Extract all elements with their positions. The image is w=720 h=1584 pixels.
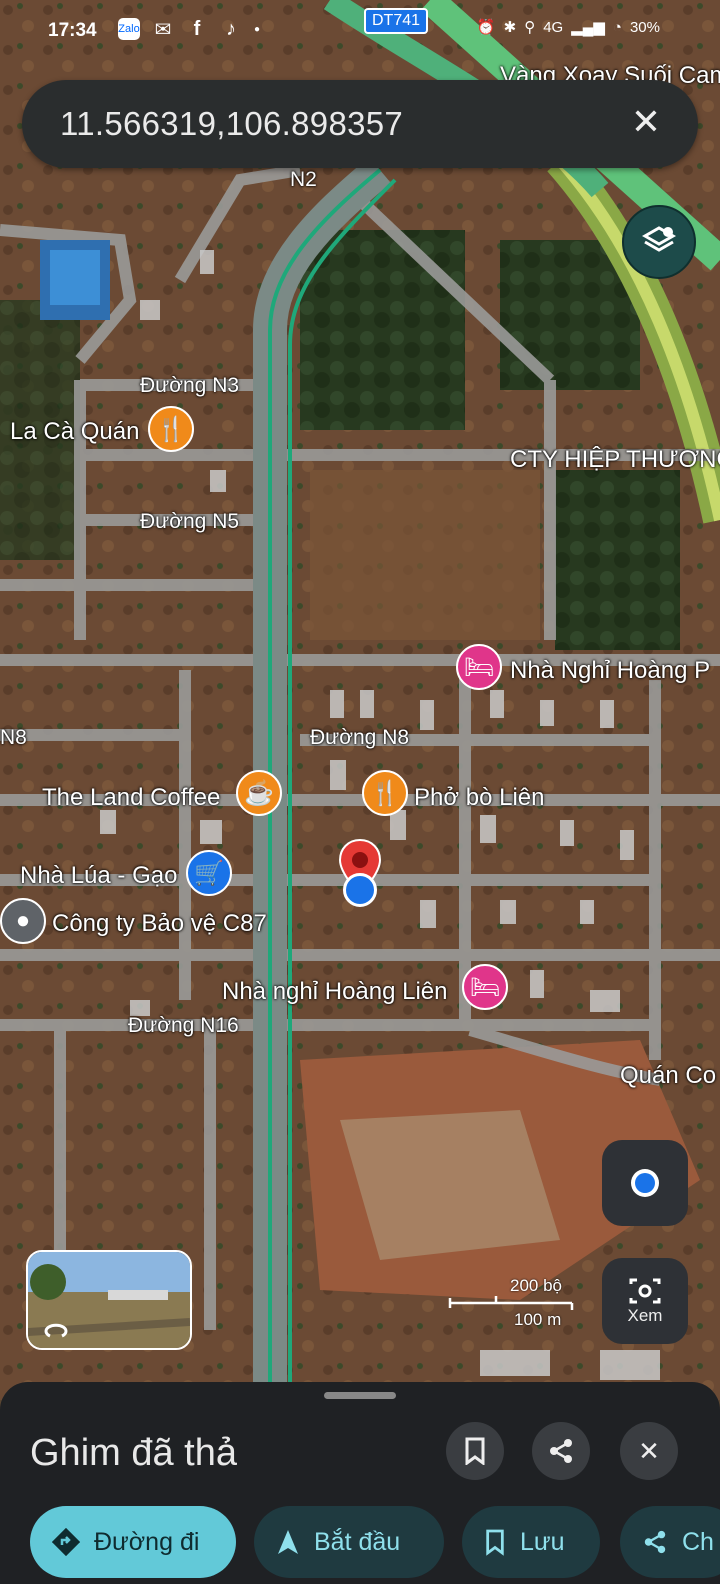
- location-icon: ⚲: [524, 19, 536, 36]
- directions-button[interactable]: Đường đi: [30, 1506, 236, 1578]
- notification-icons: Zalo ✉ f ♪ ●: [118, 17, 261, 41]
- tiktok-icon: ♪: [226, 17, 236, 40]
- bookmark-icon: [486, 1529, 504, 1556]
- bookmark-icon: [465, 1437, 485, 1465]
- restaurant-icon[interactable]: 🍴: [362, 770, 408, 816]
- start-label: Bắt đầu: [314, 1527, 401, 1556]
- street-view-thumbnail[interactable]: [26, 1250, 192, 1350]
- bluetooth-icon: ✱: [503, 19, 517, 36]
- my-location-dot: [343, 873, 377, 907]
- road-label-n8: Đường N8: [310, 726, 410, 749]
- scale-feet: 200 bộ: [510, 1276, 562, 1295]
- zalo-icon: Zalo: [118, 18, 140, 40]
- place-marker-icon[interactable]: ●: [0, 898, 46, 944]
- hotel-icon[interactable]: 🛏: [462, 964, 508, 1010]
- place-label-cty[interactable]: CTY HIỆP THƯƠNG: [510, 446, 720, 474]
- view-button[interactable]: Xem: [602, 1258, 688, 1344]
- place-label-pho-bo-lien[interactable]: Phở bò Liên: [414, 784, 545, 812]
- hotel-icon[interactable]: 🛏: [456, 644, 502, 690]
- share-button[interactable]: [532, 1422, 590, 1480]
- road-label-n3: Đường N3: [140, 374, 240, 397]
- share-label: Ch: [682, 1527, 714, 1556]
- place-label-nha-nghi-hoang-lien[interactable]: Nhà nghỉ Hoàng Liên: [222, 978, 448, 1006]
- view-label: Xem: [627, 1306, 663, 1325]
- system-icons: ⏰ ✱ ⚲ 4G ▂▄▆ ◔ 30%: [476, 18, 660, 37]
- road-label-n8-left: N8: [0, 726, 27, 749]
- signal-icon: ▂▄▆: [571, 19, 605, 36]
- battery-icon: ◔: [612, 18, 622, 36]
- close-sheet-button[interactable]: ✕: [620, 1422, 678, 1480]
- scale-bar: [448, 1296, 574, 1310]
- search-bar[interactable]: 11.566319,106.898357 ✕: [22, 80, 698, 168]
- sheet-title: Ghim đã thả: [30, 1432, 237, 1474]
- alarm-icon: ⏰: [476, 19, 496, 36]
- layers-icon: [641, 226, 677, 252]
- place-label-nha-lua-gao[interactable]: Nhà Lúa - Gạo: [20, 862, 177, 890]
- place-label-the-land-coffee[interactable]: The Land Coffee: [42, 784, 220, 812]
- scale-meters: 100 m: [514, 1310, 562, 1329]
- battery-level: 30%: [629, 18, 660, 36]
- status-bar: 17:34 Zalo ✉ f ♪ ● ⏰ ✱ ⚲ 4G ▂▄▆ ◔ 30%: [0, 0, 720, 64]
- road-label-n2: N2: [290, 168, 317, 191]
- place-label-cong-ty-bao-ve[interactable]: Công ty Bảo vệ C87: [52, 910, 267, 938]
- shopping-cart-icon[interactable]: 🛒: [186, 850, 232, 896]
- share-icon: [644, 1530, 666, 1554]
- share-chip-button[interactable]: Ch: [620, 1506, 720, 1578]
- close-icon[interactable]: ✕: [626, 102, 666, 142]
- layers-button[interactable]: [622, 205, 696, 279]
- place-label-la-ca-quan[interactable]: La Cà Quán: [10, 418, 139, 446]
- save-label: Lưu: [520, 1527, 565, 1556]
- close-icon: ✕: [638, 1435, 660, 1466]
- save-button[interactable]: Lưu: [462, 1506, 600, 1578]
- network-label: 4G: [543, 18, 564, 36]
- directions-icon: [52, 1528, 80, 1556]
- sheet-drag-handle[interactable]: [324, 1392, 396, 1399]
- messenger-icon: ✉: [154, 18, 172, 41]
- camera-icon: [629, 1278, 661, 1304]
- my-location-icon: [631, 1169, 659, 1197]
- restaurant-icon[interactable]: 🍴: [148, 406, 194, 452]
- facebook-icon: f: [193, 17, 201, 40]
- place-label-quan-co[interactable]: Quán Co: [620, 1062, 716, 1090]
- dot-icon: ●: [254, 23, 261, 35]
- map-scale: 200 bộ 100 m: [448, 1276, 578, 1330]
- place-label-nha-nghi-hoang-p[interactable]: Nhà Nghỉ Hoàng P: [510, 657, 710, 685]
- start-button[interactable]: Bắt đầu: [254, 1506, 444, 1578]
- share-icon: [550, 1439, 572, 1463]
- place-sheet[interactable]: Ghim đã thả ✕ Đường đi Bắt đầu Lưu Ch: [0, 1382, 720, 1584]
- street-view-image: [28, 1252, 190, 1348]
- road-label-n16: Đường N16: [128, 1014, 239, 1037]
- save-bookmark-button[interactable]: [446, 1422, 504, 1480]
- coffee-icon[interactable]: ☕: [236, 770, 282, 816]
- my-location-button[interactable]: [602, 1140, 688, 1226]
- directions-label: Đường đi: [94, 1527, 200, 1556]
- status-time: 17:34: [48, 20, 97, 41]
- navigation-arrow-icon: [278, 1530, 298, 1554]
- road-label-n5: Đường N5: [140, 510, 240, 533]
- search-query[interactable]: 11.566319,106.898357: [60, 105, 403, 143]
